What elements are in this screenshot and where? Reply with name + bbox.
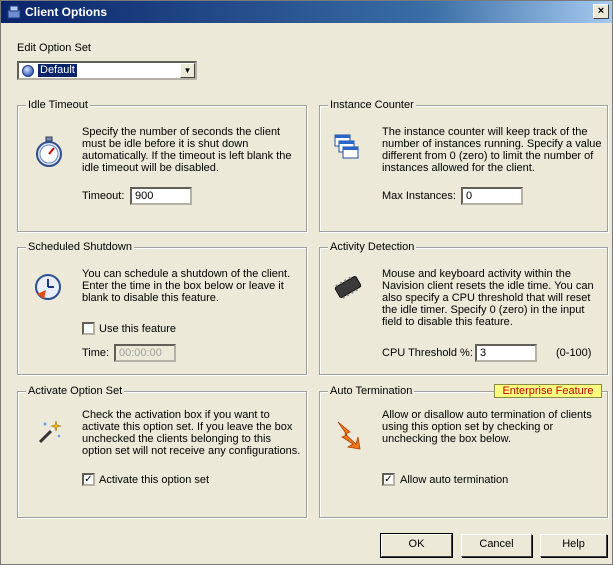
cpu-threshold-range: (0-100) [556,347,592,359]
magic-wand-icon [38,420,62,444]
allow-auto-termination-checkbox[interactable]: ✓ [382,473,395,486]
instance-counter-group: Instance Counter The instance counter wi… [319,98,608,232]
activate-option-set-checkbox[interactable]: ✓ [82,473,95,486]
time-label: Time: [82,347,110,359]
cpu-threshold-input[interactable]: 3 [475,344,537,362]
title-bar[interactable]: Client Options × [1,1,612,23]
idle-timeout-title: Idle Timeout [26,98,90,112]
allow-auto-termination-label[interactable]: Allow auto termination [400,474,508,486]
ok-button[interactable]: OK [380,533,453,558]
edit-option-set-label: Edit Option Set [17,42,91,54]
activate-option-set-label[interactable]: Activate this option set [99,474,209,486]
time-input[interactable]: 00:00:00 [114,344,176,362]
auto-termination-title: Auto Termination [328,384,415,398]
activity-detection-title: Activity Detection [328,240,417,254]
chevron-down-icon[interactable]: ▼ [180,63,195,78]
close-button[interactable]: × [593,4,609,19]
max-instances-input[interactable]: 0 [461,187,523,205]
client-options-dialog: Client Options × Edit Option Set Default… [0,0,613,565]
scheduled-shutdown-description: You can schedule a shutdown of the clien… [82,268,291,304]
timeout-label: Timeout: [82,190,125,202]
stopwatch-icon [36,136,62,167]
lightning-arrow-icon [337,421,361,450]
instance-counter-title: Instance Counter [328,98,416,112]
cancel-button[interactable]: Cancel [461,534,532,557]
timeout-input[interactable]: 900 [130,187,192,205]
option-set-selected: Default [38,64,77,77]
activate-option-set-description: Check the activation box if you want to … [82,409,301,457]
app-icon [7,5,21,19]
use-feature-label[interactable]: Use this feature [99,323,176,335]
idle-timeout-description: Specify the number of seconds the client… [82,126,292,174]
activate-option-set-title: Activate Option Set [26,384,125,398]
window-title: Client Options [25,5,107,19]
scheduled-shutdown-title: Scheduled Shutdown [26,240,134,254]
activity-detection-description: Mouse and keyboard activity within the N… [382,268,594,328]
help-button[interactable]: Help [540,534,607,557]
windows-stack-icon [334,134,359,159]
instance-counter-description: The instance counter will keep track of … [382,126,602,174]
max-instances-label: Max Instances: [382,190,456,202]
idle-timeout-group: Idle Timeout Specify the number of secon… [17,98,307,232]
globe-icon [22,65,34,77]
activate-option-set-group: Activate Option Set Check the activation… [17,384,307,518]
cpu-chip-icon [334,276,362,299]
enterprise-feature-badge: Enterprise Feature [494,384,602,398]
clock-shutdown-icon [35,274,61,300]
option-set-dropdown[interactable]: Default ▼ [17,61,197,80]
cpu-threshold-label: CPU Threshold %: [382,347,473,359]
auto-termination-group: Auto Termination Allow or disallow auto … [319,384,608,518]
auto-termination-description: Allow or disallow auto termination of cl… [382,409,592,445]
activity-detection-group: Activity Detection Mouse and keyboard ac… [319,240,608,375]
use-feature-checkbox[interactable] [82,322,95,335]
scheduled-shutdown-group: Scheduled Shutdown You can schedule a sh… [17,240,307,375]
